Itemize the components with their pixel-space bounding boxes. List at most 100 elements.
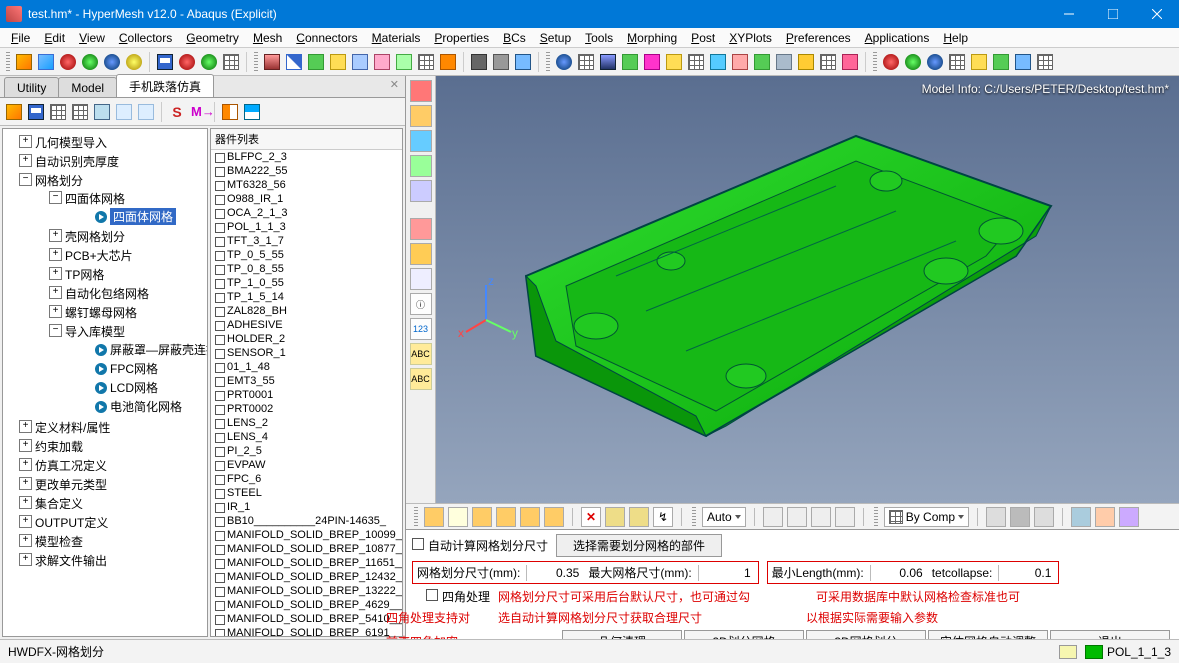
- menu-help[interactable]: Help: [936, 29, 975, 47]
- lt-arrow[interactable]: M→: [189, 102, 209, 122]
- menu-tools[interactable]: Tools: [578, 29, 620, 47]
- list-item[interactable]: FPC_6: [211, 472, 402, 486]
- tree-item[interactable]: 屏蔽罩—屏蔽壳连接: [79, 340, 205, 359]
- vl-3[interactable]: [410, 130, 432, 152]
- tb-6[interactable]: [350, 52, 370, 72]
- vb-14[interactable]: [986, 507, 1006, 527]
- list-item[interactable]: HOLDER_2: [211, 332, 402, 346]
- list-item[interactable]: ADHESIVE: [211, 318, 402, 332]
- vb-3[interactable]: [472, 507, 492, 527]
- list-item[interactable]: LENS_4: [211, 430, 402, 444]
- lt-b2[interactable]: [114, 102, 134, 122]
- vl-abc2[interactable]: ABC: [410, 368, 432, 390]
- list-item[interactable]: BMA222_55: [211, 164, 402, 178]
- vb-11[interactable]: [787, 507, 807, 527]
- toolbar-grip[interactable]: [873, 52, 877, 72]
- list-item[interactable]: TP_0_8_55: [211, 262, 402, 276]
- vb-6[interactable]: [544, 507, 564, 527]
- list-item[interactable]: POL_1_1_3: [211, 220, 402, 234]
- vb-delete[interactable]: ✕: [581, 507, 601, 527]
- menu-file[interactable]: File: [4, 29, 37, 47]
- list-item[interactable]: IR_1: [211, 500, 402, 514]
- menu-bcs[interactable]: BCs: [496, 29, 533, 47]
- vl-6[interactable]: [410, 218, 432, 240]
- list-item[interactable]: MANIFOLD_SOLID_BREP_5410__: [211, 612, 402, 626]
- list-item[interactable]: BLFPC_2_3: [211, 150, 402, 164]
- tb-32[interactable]: [969, 52, 989, 72]
- lt-save[interactable]: [26, 102, 46, 122]
- list-item[interactable]: EVPAW: [211, 458, 402, 472]
- tree-item[interactable]: 仿真工况定义: [19, 456, 205, 475]
- menu-morphing[interactable]: Morphing: [620, 29, 684, 47]
- vl-1[interactable]: [410, 80, 432, 102]
- tb-31[interactable]: [947, 52, 967, 72]
- list-item[interactable]: MANIFOLD_SOLID_BREP_10099__: [211, 528, 402, 542]
- lt-S[interactable]: S: [167, 102, 187, 122]
- menu-geometry[interactable]: Geometry: [179, 29, 246, 47]
- vb-16[interactable]: [1034, 507, 1054, 527]
- toolbar-grip[interactable]: [692, 507, 696, 527]
- tree-item[interactable]: 自动化包络网格: [49, 284, 205, 303]
- tb-34[interactable]: [1013, 52, 1033, 72]
- vl-5[interactable]: [410, 180, 432, 202]
- tree-item[interactable]: PCB+大芯片: [49, 246, 205, 265]
- vl-10[interactable]: 123: [410, 318, 432, 340]
- vb-5[interactable]: [520, 507, 540, 527]
- tab-1[interactable]: Model: [58, 77, 117, 97]
- tb-30[interactable]: [925, 52, 945, 72]
- save-button[interactable]: [155, 52, 175, 72]
- new-button[interactable]: [36, 52, 56, 72]
- toolbar-grip[interactable]: [254, 52, 258, 72]
- list-item[interactable]: EMT3_55: [211, 374, 402, 388]
- btn-b[interactable]: [199, 52, 219, 72]
- lt-b1[interactable]: [92, 102, 112, 122]
- tb-11[interactable]: [469, 52, 489, 72]
- misc-button[interactable]: [124, 52, 144, 72]
- menu-xyplots[interactable]: XYPlots: [722, 29, 779, 47]
- vl-4[interactable]: [410, 155, 432, 177]
- tb-23[interactable]: [752, 52, 772, 72]
- tb-12[interactable]: [491, 52, 511, 72]
- list-item[interactable]: SENSOR_1: [211, 346, 402, 360]
- vb-15[interactable]: [1010, 507, 1030, 527]
- list-item[interactable]: BB10__________24PIN-14635_: [211, 514, 402, 528]
- vl-8[interactable]: [410, 268, 432, 290]
- tb-28[interactable]: [881, 52, 901, 72]
- vl-abc1[interactable]: ABC: [410, 343, 432, 365]
- measure-button[interactable]: [262, 52, 282, 72]
- list-item[interactable]: PI_2_5: [211, 444, 402, 458]
- tb-26[interactable]: [818, 52, 838, 72]
- tb-29[interactable]: [903, 52, 923, 72]
- vb-1[interactable]: [424, 507, 444, 527]
- list-item[interactable]: MANIFOLD_SOLID_BREP_6191__: [211, 626, 402, 637]
- toolbar-grip[interactable]: [414, 507, 418, 527]
- angle-button[interactable]: [284, 52, 304, 72]
- tb-4[interactable]: [306, 52, 326, 72]
- comp-button[interactable]: [102, 52, 122, 72]
- menu-collectors[interactable]: Collectors: [112, 29, 179, 47]
- tree-item[interactable]: 定义材料/属性: [19, 418, 205, 437]
- list-item[interactable]: TFT_3_1_7: [211, 234, 402, 248]
- tb-5[interactable]: [328, 52, 348, 72]
- vb-auto-select[interactable]: Auto: [702, 507, 746, 527]
- menu-edit[interactable]: Edit: [37, 29, 72, 47]
- lt-b4[interactable]: [220, 102, 240, 122]
- list-item[interactable]: MT6328_56: [211, 178, 402, 192]
- vb-bycomp-select[interactable]: By Comp: [884, 507, 969, 527]
- elem-button[interactable]: [80, 52, 100, 72]
- list-item[interactable]: PRT0001: [211, 388, 402, 402]
- btn-a[interactable]: [177, 52, 197, 72]
- tab-2[interactable]: 手机跌落仿真: [116, 74, 214, 97]
- tb-21[interactable]: [708, 52, 728, 72]
- list-item[interactable]: PRT0002: [211, 402, 402, 416]
- close-button[interactable]: [1135, 0, 1179, 28]
- tb-33[interactable]: [991, 52, 1011, 72]
- list-item[interactable]: TP_1_0_55: [211, 276, 402, 290]
- list-item[interactable]: MANIFOLD_SOLID_BREP_12432__: [211, 570, 402, 584]
- tb-9[interactable]: [416, 52, 436, 72]
- btn-c[interactable]: [221, 52, 241, 72]
- vb-19[interactable]: [1119, 507, 1139, 527]
- tree-item[interactable]: 四面体网格: [79, 207, 205, 226]
- lt-grid1[interactable]: [48, 102, 68, 122]
- tb-18[interactable]: [642, 52, 662, 72]
